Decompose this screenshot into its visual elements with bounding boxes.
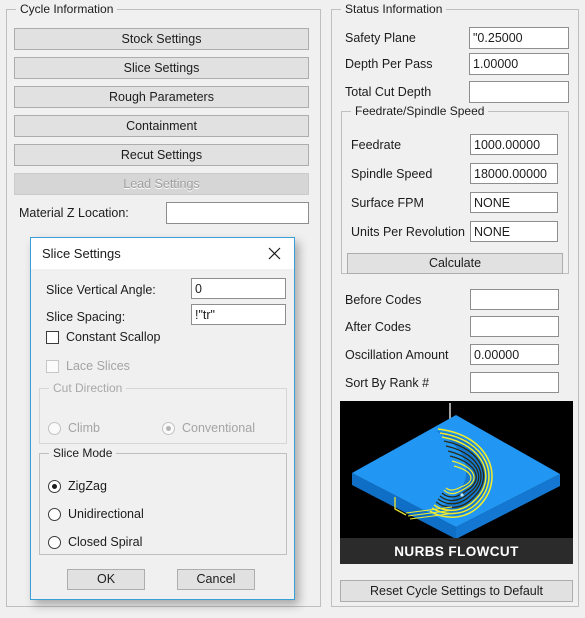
surface-fpm-label: Surface FPM — [351, 196, 424, 210]
oscillation-amount-input[interactable]: 0.00000 — [470, 344, 559, 365]
slice-spacing-label: Slice Spacing: — [46, 310, 126, 324]
slice-spacing-input[interactable]: !"tr" — [191, 304, 286, 325]
before-codes-input[interactable] — [470, 289, 559, 310]
after-codes-input[interactable] — [470, 316, 559, 337]
zigzag-label: ZigZag — [68, 479, 107, 493]
dialog-titlebar: Slice Settings — [31, 238, 294, 269]
checkbox-icon — [46, 330, 59, 344]
stock-settings-button[interactable]: Stock Settings — [14, 28, 309, 50]
close-icon[interactable] — [254, 238, 294, 268]
feedrate-label: Feedrate — [351, 138, 402, 152]
closed-spiral-label: Closed Spiral — [68, 535, 143, 549]
recut-settings-button[interactable]: Recut Settings — [14, 144, 309, 166]
surface-fpm-input[interactable]: NONE — [470, 192, 558, 213]
constant-scallop-checkbox[interactable]: Constant Scallop — [46, 330, 161, 344]
safety-plane-input[interactable]: "0.25000 — [469, 27, 569, 49]
slice-mode-radio-zigzag[interactable]: ZigZag — [48, 479, 107, 493]
material-z-location-label: Material Z Location: — [19, 206, 129, 220]
climb-label: Climb — [68, 421, 100, 435]
cycle-information-title: Cycle Information — [16, 2, 118, 16]
feedrate-input[interactable]: 1000.00000 — [470, 134, 558, 155]
after-codes-label: After Codes — [345, 320, 412, 334]
radio-icon-selected — [48, 479, 61, 493]
nurbs-flowcut-illustration — [352, 403, 560, 539]
slice-vertical-angle-label: Slice Vertical Angle: — [46, 283, 156, 297]
calculate-button[interactable]: Calculate — [347, 253, 563, 274]
total-cut-depth-input[interactable] — [469, 81, 569, 103]
unidirectional-label: Unidirectional — [68, 507, 144, 521]
slice-mode-title: Slice Mode — [49, 446, 117, 460]
feedrate-spindle-speed-title: Feedrate/Spindle Speed — [351, 104, 489, 118]
cut-direction-radio-climb: Climb — [48, 421, 100, 435]
sort-by-rank-label: Sort By Rank # — [345, 376, 430, 390]
sort-by-rank-input[interactable] — [470, 372, 559, 393]
radio-icon — [48, 421, 61, 435]
spindle-speed-input[interactable]: 18000.00000 — [470, 163, 558, 184]
slice-mode-radio-unidirectional[interactable]: Unidirectional — [48, 507, 144, 521]
ok-button[interactable]: OK — [67, 569, 145, 590]
dialog-title: Slice Settings — [42, 246, 121, 261]
reset-cycle-settings-button[interactable]: Reset Cycle Settings to Default — [340, 580, 573, 602]
total-cut-depth-label: Total Cut Depth — [345, 85, 432, 99]
before-codes-label: Before Codes — [345, 293, 422, 307]
depth-per-pass-input[interactable]: 1.00000 — [469, 53, 569, 75]
lace-slices-label: Lace Slices — [66, 359, 130, 373]
checkbox-icon — [46, 359, 59, 373]
units-per-revolution-label: Units Per Revolution — [351, 225, 465, 239]
status-information-title: Status Information — [341, 2, 447, 16]
conventional-label: Conventional — [182, 421, 255, 435]
safety-plane-label: Safety Plane — [345, 31, 416, 45]
cut-direction-group: Cut Direction — [39, 381, 287, 444]
constant-scallop-label: Constant Scallop — [66, 330, 161, 344]
cam-cycle-settings-window: Cycle Information Stock Settings Slice S… — [0, 0, 585, 618]
units-per-revolution-input[interactable]: NONE — [470, 221, 558, 242]
depth-per-pass-label: Depth Per Pass — [345, 57, 433, 71]
lace-slices-checkbox: Lace Slices — [46, 359, 130, 373]
cancel-button[interactable]: Cancel — [177, 569, 255, 590]
rough-parameters-button[interactable]: Rough Parameters — [14, 86, 309, 108]
radio-icon-selected — [162, 421, 175, 435]
lead-settings-button: Lead Settings — [14, 173, 309, 195]
radio-icon — [48, 507, 61, 521]
slice-settings-dialog: Slice Settings Slice Vertical Angle: 0 S… — [30, 237, 295, 600]
cycle-preview-image: NURBS FLOWCUT — [340, 401, 573, 564]
spindle-speed-label: Spindle Speed — [351, 167, 433, 181]
slice-mode-radio-closed-spiral[interactable]: Closed Spiral — [48, 535, 142, 549]
radio-icon — [48, 535, 61, 549]
oscillation-amount-label: Oscillation Amount — [345, 348, 449, 362]
containment-button[interactable]: Containment — [14, 115, 309, 137]
preview-caption: NURBS FLOWCUT — [340, 538, 573, 564]
material-z-location-input[interactable] — [166, 202, 309, 224]
slice-settings-button[interactable]: Slice Settings — [14, 57, 309, 79]
cut-direction-radio-conventional: Conventional — [162, 421, 255, 435]
slice-vertical-angle-input[interactable]: 0 — [191, 278, 286, 299]
cut-direction-title: Cut Direction — [49, 381, 127, 395]
